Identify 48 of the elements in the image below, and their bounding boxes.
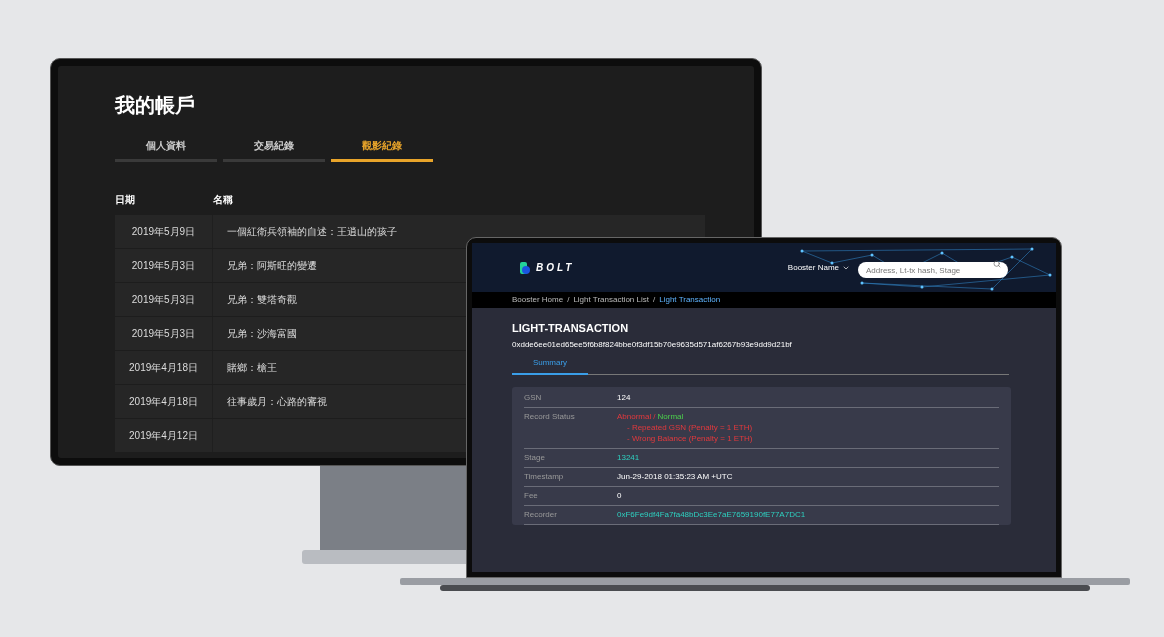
detail-link[interactable]: 0xF6Fe9df4Fa7fa48bDc3Ee7aE7659190fE77A7DC1: [617, 509, 806, 520]
title-text: 兄弟：阿斯旺的變遷: [226, 259, 317, 273]
status-divider: /: [653, 411, 656, 422]
date-text: 2019年5月3日: [131, 259, 196, 273]
tab[interactable]: Summary: [512, 356, 588, 375]
detail-label: Stage: [524, 452, 545, 462]
search-icon: [993, 259, 1001, 268]
date-text: 2019年4月12日: [129, 429, 198, 443]
breadcrumb-separator: /: [653, 294, 656, 306]
date-text: 2019年5月9日: [131, 225, 196, 239]
title-text: 兄弟：雙塔奇觀: [226, 293, 297, 307]
status-abnormal: Abnormal: [617, 411, 652, 422]
logo-icon: [520, 261, 530, 274]
breadcrumb-separator: /: [567, 294, 570, 306]
detail-label: Timestamp: [524, 471, 564, 481]
date-text: 2019年5月3日: [131, 327, 196, 341]
breadcrumb-link[interactable]: Light Transaction List: [573, 294, 649, 306]
title-text: 往事歲月：心路的審視: [226, 395, 327, 409]
title-text: 一個紅衛兵領袖的自述：王逍山的孩子: [226, 225, 397, 239]
detail-value: 0: [617, 490, 622, 501]
penalty-note: - Wrong Balance (Penalty = 1 ETH): [626, 433, 753, 444]
page-title: 我的帳戶: [115, 93, 195, 118]
detail-label: Fee: [524, 490, 538, 500]
title-text: 賭鄉：槍王: [226, 361, 277, 375]
penalty-note: - Repeated GSN (Penalty = 1 ETH): [626, 422, 753, 433]
page-title: LIGHT-TRANSACTION: [512, 321, 629, 336]
brand-name: BOLT: [536, 261, 575, 275]
title-text: 兄弟：沙海富國: [226, 327, 297, 341]
tab[interactable]: 交易紀錄: [223, 138, 325, 162]
detail-value: Jun-29-2018 01:35:23 AM +UTC: [617, 471, 733, 482]
tab[interactable]: 觀影紀錄: [331, 138, 433, 162]
date-text: 2019年4月18日: [129, 361, 198, 375]
column-header: 日期: [115, 194, 135, 205]
detail-value: 124: [617, 392, 631, 403]
search-field[interactable]: Address, Lt-tx hash, Stage: [858, 262, 1008, 278]
detail-label: GSN: [524, 392, 542, 402]
detail-link[interactable]: 13241: [617, 452, 640, 463]
date-text: 2019年4月18日: [129, 395, 198, 409]
tab[interactable]: 個人資料: [115, 138, 217, 162]
transaction-hash: 0xdde6ee01ed65ee5f6b8f824bbe0f3df15b70e9635d571af6267b93e9dd9d21bf: [512, 338, 792, 351]
account-dropdown[interactable]: Booster Name: [787, 261, 850, 274]
column-header: 名稱: [213, 193, 233, 207]
date-text: 2019年5月3日: [131, 293, 196, 307]
status-normal: Normal: [657, 411, 684, 422]
breadcrumb-link[interactable]: Light Transaction: [659, 294, 721, 306]
detail-label: Recorder: [524, 509, 557, 519]
breadcrumb-link[interactable]: Booster Home: [512, 294, 564, 306]
detail-label: Record Status: [524, 411, 575, 421]
